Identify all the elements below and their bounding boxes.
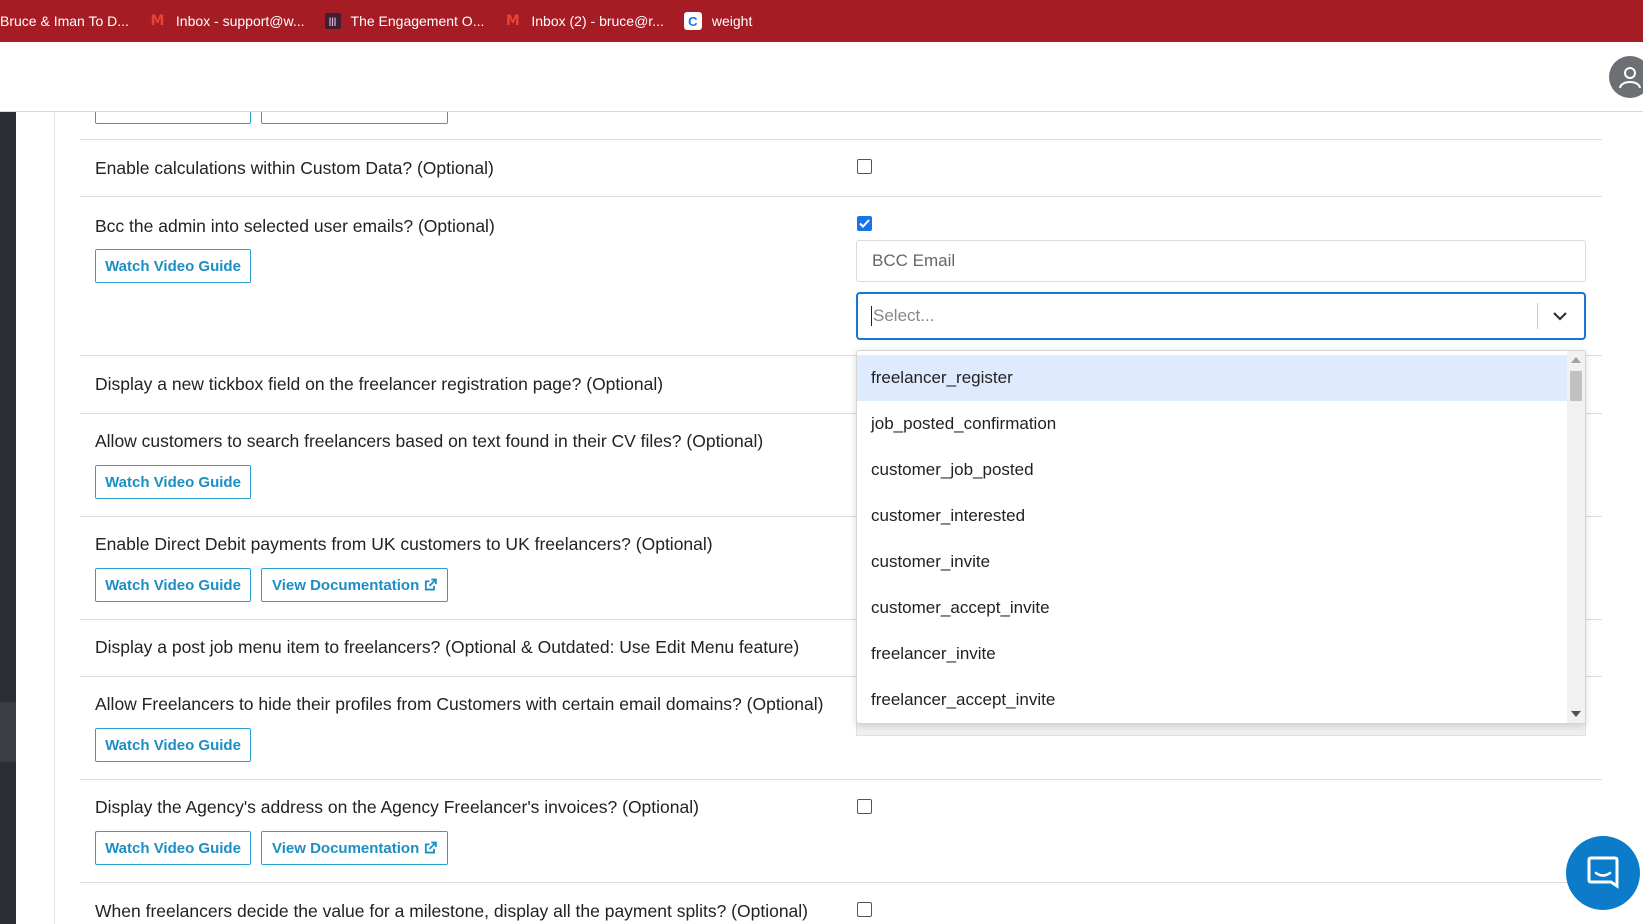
setting-milestone-label: When freelancers decide the value for a … xyxy=(95,901,809,921)
view-docs-label: View Documentation xyxy=(272,839,420,857)
calendar-icon: C xyxy=(683,12,702,30)
chat-icon xyxy=(1587,856,1619,889)
setting-post-job-label: Display a post job menu item to freelanc… xyxy=(95,637,800,657)
chevron-down-icon[interactable] xyxy=(1550,306,1570,326)
bookmark-label: Bruce & Iman To D... xyxy=(0,13,129,29)
select-placeholder: Select... xyxy=(871,306,1537,326)
select-dropdown-menu: freelancer_register job_posted_confirmat… xyxy=(856,350,1586,724)
scroll-thumb[interactable] xyxy=(1570,371,1582,401)
bcc-email-placeholder: BCC Email xyxy=(872,251,956,270)
row-divider xyxy=(80,779,1602,780)
dropdown-option[interactable]: customer_invite xyxy=(857,539,1567,585)
site-header xyxy=(0,42,1643,112)
row-divider xyxy=(80,139,1602,140)
dropdown-option[interactable]: customer_interested xyxy=(857,493,1567,539)
engagement-icon: ||| xyxy=(324,13,341,29)
watch-video-button[interactable]: Watch Video Guide xyxy=(95,249,251,283)
setting-hide-profiles-label: Allow Freelancers to hide their profiles… xyxy=(95,694,824,714)
bcc-checkbox[interactable] xyxy=(857,216,872,231)
bookmark-todo[interactable]: Bruce & Iman To D... xyxy=(0,13,129,29)
milestone-checkbox[interactable] xyxy=(857,902,872,917)
select-divider xyxy=(1537,303,1538,329)
dropdown-option[interactable]: customer_accept_invite xyxy=(857,585,1567,631)
check-icon xyxy=(859,219,870,228)
dropdown-option[interactable]: job_posted_confirmation xyxy=(857,401,1567,447)
gmail-icon: M xyxy=(505,13,520,29)
watch-video-button[interactable]: Watch Video Guide xyxy=(95,568,251,602)
user-avatar[interactable] xyxy=(1609,56,1643,98)
scroll-down-icon[interactable] xyxy=(1571,711,1581,717)
setting-bcc-label: Bcc the admin into selected user emails?… xyxy=(95,216,495,236)
row-divider xyxy=(80,196,1602,197)
watch-video-button[interactable]: Watch Video Guide xyxy=(95,728,251,762)
bookmark-label: The Engagement O... xyxy=(350,13,485,29)
dropdown-scrollbar[interactable] xyxy=(1567,351,1585,723)
view-docs-button[interactable]: View Documentation xyxy=(261,568,448,602)
dropdown-option[interactable]: customer_job_posted xyxy=(857,447,1567,493)
bcc-email-select[interactable]: Select... xyxy=(856,292,1586,340)
dropdown-option[interactable]: freelancer_register xyxy=(857,355,1567,401)
setting-calc-label: Enable calculations within Custom Data? … xyxy=(95,158,494,178)
setting-cv-search-label: Allow customers to search freelancers ba… xyxy=(95,431,764,451)
panel-border xyxy=(54,112,55,924)
agency-address-checkbox[interactable] xyxy=(857,799,872,814)
view-docs-label: View Documentation xyxy=(272,576,420,594)
bookmark-inbox-bruce[interactable]: M Inbox (2) - bruce@r... xyxy=(504,13,664,29)
bookmark-weight[interactable]: C weight xyxy=(683,12,753,30)
external-link-icon xyxy=(425,578,437,591)
row-divider xyxy=(80,882,1602,883)
bookmark-engagement[interactable]: ||| The Engagement O... xyxy=(324,13,485,29)
chat-launcher[interactable] xyxy=(1566,836,1640,910)
user-icon xyxy=(1619,67,1641,89)
bookmarks-bar: Bruce & Iman To D... M Inbox - support@w… xyxy=(0,0,1643,42)
calc-checkbox[interactable] xyxy=(857,159,872,174)
external-link-icon xyxy=(425,841,437,854)
watch-video-button[interactable]: Watch Video Guide xyxy=(95,831,251,865)
bcc-email-input[interactable]: BCC Email xyxy=(856,240,1586,282)
setting-agency-address-label: Display the Agency's address on the Agen… xyxy=(95,797,699,817)
bookmark-label: weight xyxy=(711,13,753,29)
view-docs-button[interactable]: View Documentation xyxy=(261,831,448,865)
dropdown-option[interactable]: freelancer_accept_invite xyxy=(857,677,1567,723)
bookmark-label: Inbox - support@w... xyxy=(175,13,305,29)
gmail-icon: M xyxy=(150,13,165,29)
setting-tickbox-label: Display a new tickbox field on the freel… xyxy=(95,374,664,394)
bookmark-label: Inbox (2) - bruce@r... xyxy=(531,13,664,29)
sidebar-strip xyxy=(0,112,16,924)
watch-video-button[interactable]: Watch Video Guide xyxy=(95,465,251,499)
setting-direct-debit-label: Enable Direct Debit payments from UK cus… xyxy=(95,534,713,554)
bookmark-inbox-support[interactable]: M Inbox - support@w... xyxy=(149,13,305,29)
scroll-up-icon[interactable] xyxy=(1571,357,1581,363)
dropdown-option[interactable]: freelancer_invite xyxy=(857,631,1567,677)
